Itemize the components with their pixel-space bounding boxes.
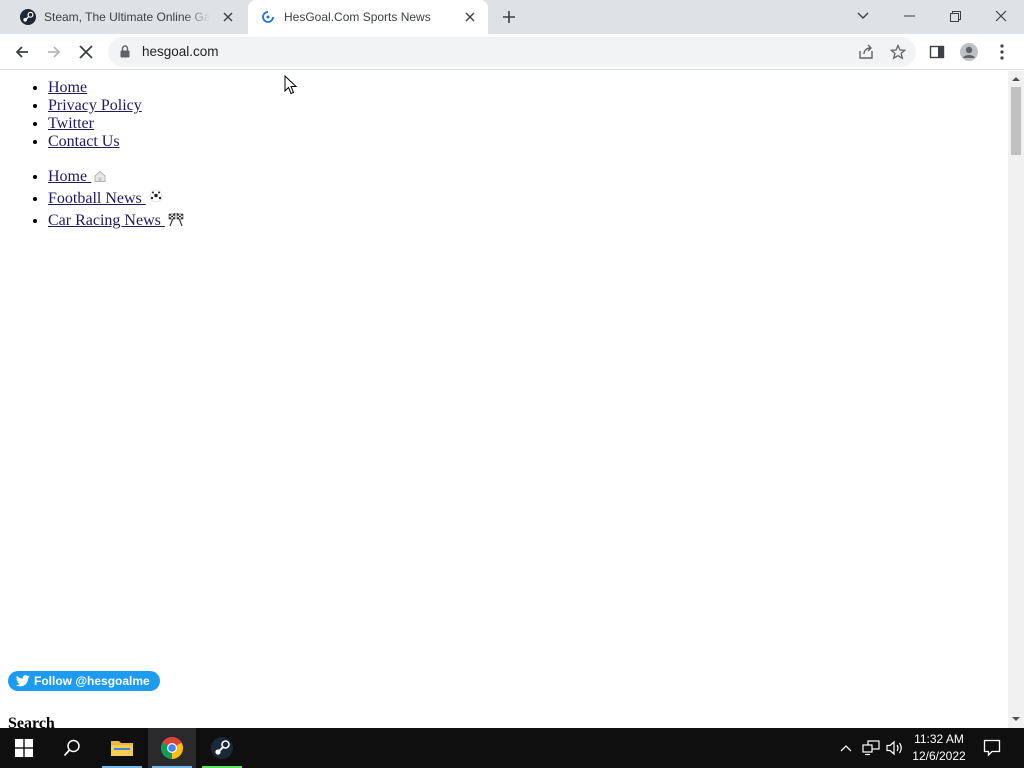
steam-icon	[211, 737, 233, 759]
address-bar[interactable]: hesgoal.com	[108, 37, 916, 67]
tab-search-button[interactable]	[840, 0, 886, 32]
tab-title: HesGoal.Com Sports News	[284, 10, 431, 24]
start-button[interactable]	[0, 728, 48, 768]
main-menu: Home Football News Car Racing News	[48, 167, 185, 233]
notifications-button[interactable]	[978, 728, 1006, 768]
search-icon	[63, 739, 80, 757]
browser-menu-icon[interactable]	[988, 38, 1016, 66]
chrome-icon	[161, 737, 183, 759]
tab-steam[interactable]: Steam, The Ultimate Online Game Platform	[8, 0, 246, 34]
list-item: Contact Us	[48, 133, 142, 151]
tab-title: Steam, The Ultimate Online Game Platform	[44, 10, 210, 24]
menu-link-twitter[interactable]: Twitter	[48, 115, 94, 132]
tab-hesgoal[interactable]: HesGoal.Com Sports News	[248, 0, 488, 34]
network-icon[interactable]	[860, 728, 882, 768]
minimize-button[interactable]	[886, 0, 932, 32]
forward-button[interactable]	[40, 38, 68, 66]
clock-time: 11:32 AM	[914, 732, 964, 746]
search-heading: Search	[8, 715, 55, 728]
scroll-down-arrow-icon[interactable]	[1012, 715, 1020, 723]
close-tab-icon[interactable]	[218, 7, 238, 27]
windows-logo-icon	[15, 739, 33, 757]
loading-spinner-icon	[260, 9, 276, 25]
browser-toolbar: hesgoal.com	[0, 34, 1024, 70]
main-menu-link-car-racing-news[interactable]: Car Racing News	[48, 212, 165, 229]
restore-button[interactable]	[932, 0, 978, 32]
file-explorer-icon	[111, 741, 133, 756]
main-menu-link-football-news[interactable]: Football News	[48, 190, 146, 207]
stop-loading-button[interactable]	[72, 38, 100, 66]
page-viewport: Home Privacy Policy Twitter Contact Us H…	[0, 71, 1008, 728]
taskbar-file-explorer[interactable]	[98, 728, 146, 768]
main-menu-label: Home	[48, 168, 92, 185]
side-panel-icon[interactable]	[923, 38, 951, 66]
menu-link-contact-us[interactable]: Contact Us	[48, 133, 120, 150]
chevron-up-icon	[840, 745, 852, 752]
main-menu-link-home[interactable]: Home	[48, 168, 91, 185]
profile-avatar[interactable]	[955, 38, 983, 66]
main-menu-label: Car Racing News	[48, 212, 165, 229]
volume-icon[interactable]	[884, 728, 906, 768]
follow-button-label: Follow @hesgoalme	[34, 674, 150, 688]
menu-link-home[interactable]: Home	[48, 79, 87, 96]
twitter-bird-icon	[16, 675, 30, 687]
main-menu-label: Football News	[48, 190, 146, 207]
notification-icon	[983, 739, 1001, 757]
taskbar-search-button[interactable]	[48, 728, 96, 768]
racing-flags-icon	[167, 211, 185, 233]
list-item: Home	[48, 167, 185, 189]
taskbar-steam[interactable]	[198, 728, 246, 768]
browser-tabstrip: Steam, The Ultimate Online Game Platform…	[0, 0, 1024, 34]
list-item: Football News	[48, 189, 185, 211]
list-item: Home	[48, 79, 142, 97]
scrollbar-thumb[interactable]	[1011, 87, 1021, 155]
mouse-cursor-icon	[284, 75, 298, 95]
close-tab-icon[interactable]	[460, 7, 480, 27]
new-tab-button[interactable]	[498, 6, 520, 28]
lock-icon[interactable]	[120, 45, 130, 63]
taskbar-chrome[interactable]	[148, 728, 196, 768]
taskbar-clock[interactable]: 11:32 AM 12/6/2022	[904, 731, 974, 765]
share-icon[interactable]	[856, 42, 876, 62]
clock-date: 12/6/2022	[912, 749, 966, 763]
twitter-follow-button[interactable]: Follow @hesgoalme	[8, 671, 160, 691]
soccer-ball-icon	[148, 189, 164, 211]
back-button[interactable]	[8, 38, 36, 66]
url-text: hesgoal.com	[142, 44, 219, 59]
list-item: Twitter	[48, 115, 142, 133]
list-item: Privacy Policy	[48, 97, 142, 115]
bookmark-star-icon[interactable]	[888, 42, 908, 62]
windows-taskbar: 11:32 AM 12/6/2022	[0, 728, 1024, 768]
show-hidden-icons-button[interactable]	[836, 728, 856, 768]
list-item: Car Racing News	[48, 211, 185, 233]
steam-icon	[20, 9, 36, 25]
top-menu: Home Privacy Policy Twitter Contact Us	[48, 79, 142, 151]
page-scrollbar[interactable]	[1008, 71, 1024, 728]
menu-link-privacy-policy[interactable]: Privacy Policy	[48, 97, 142, 114]
house-icon	[93, 169, 107, 189]
close-window-button[interactable]	[978, 0, 1024, 32]
scroll-up-arrow-icon[interactable]	[1012, 75, 1020, 83]
